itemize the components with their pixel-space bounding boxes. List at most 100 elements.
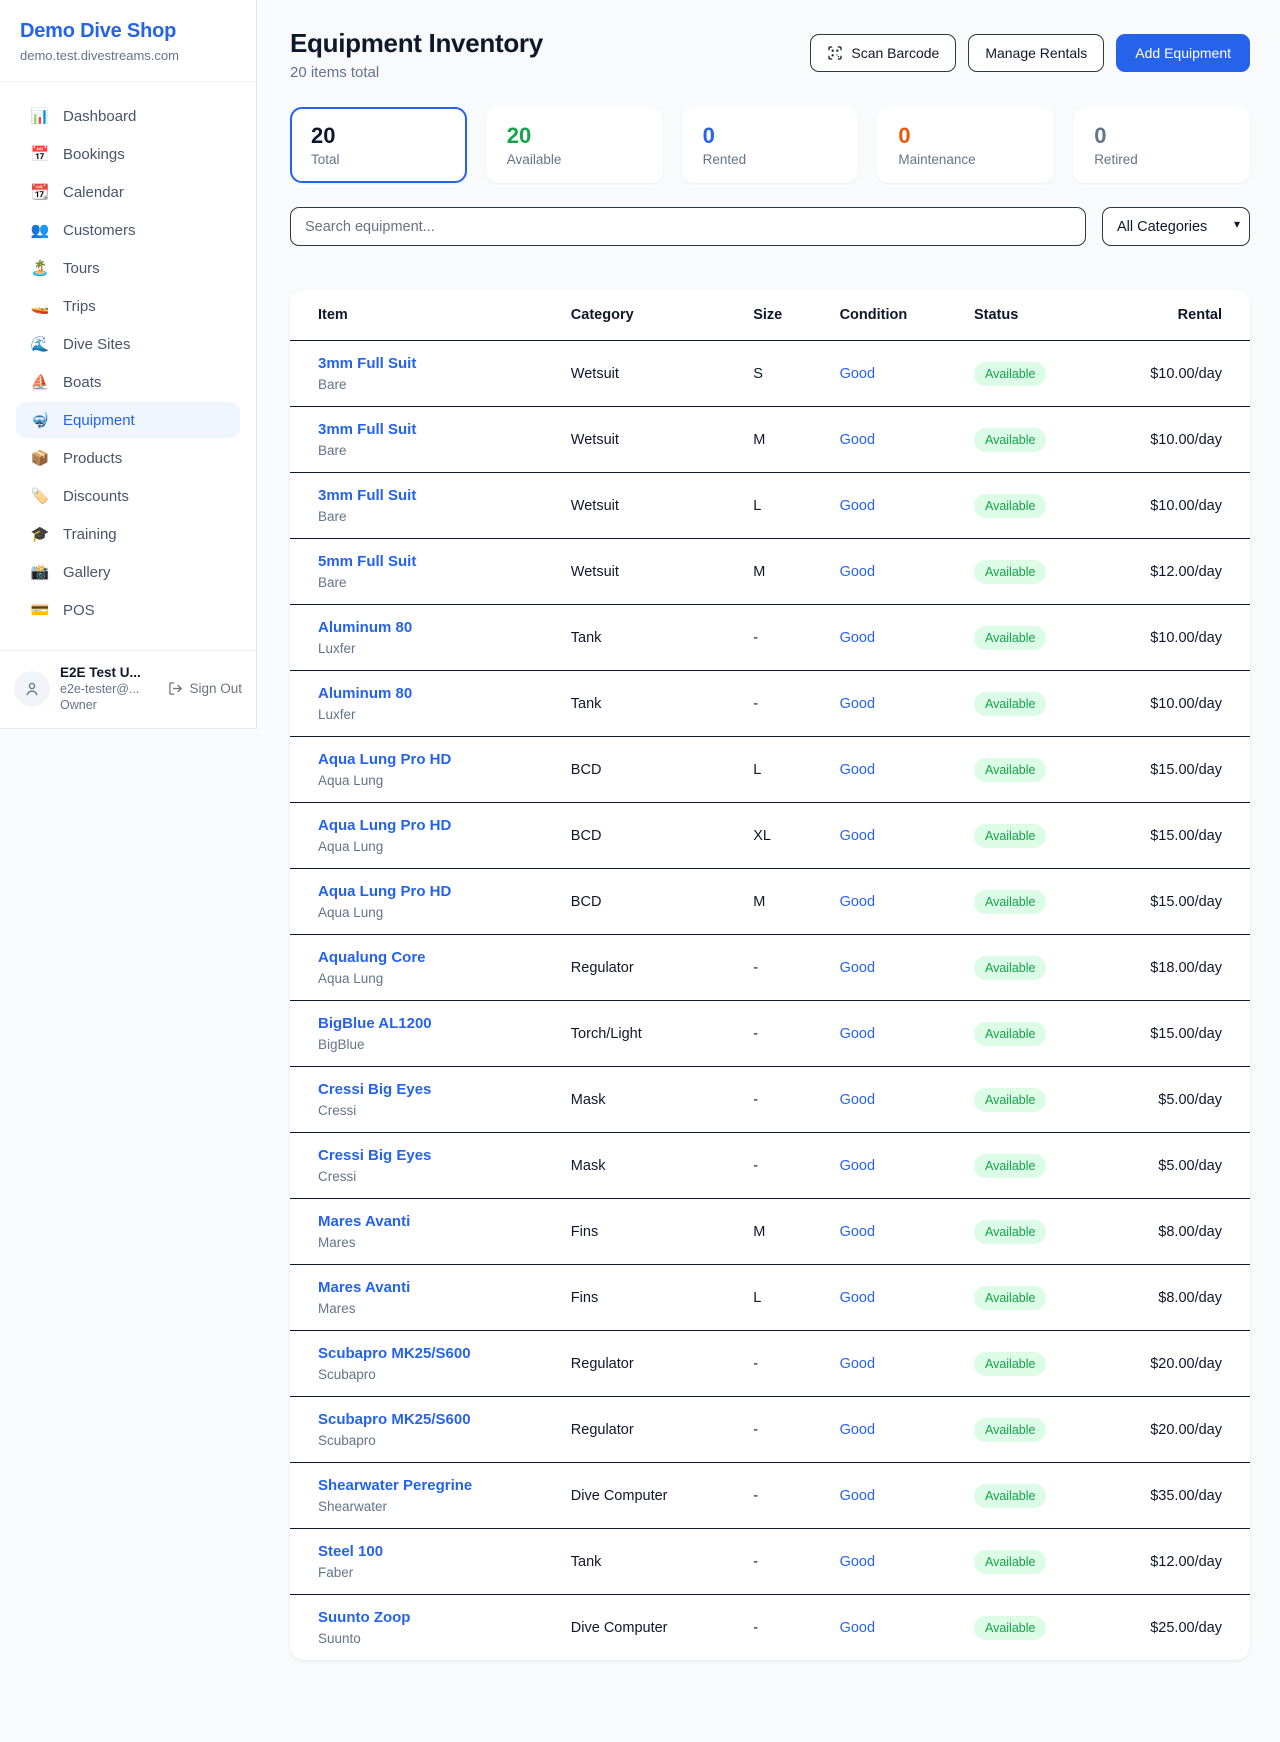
- stat-value: 0: [1094, 123, 1229, 149]
- sidebar-item-dashboard[interactable]: 📊Dashboard: [16, 98, 240, 134]
- item-link[interactable]: Scubapro MK25/S600: [318, 1345, 547, 1362]
- condition-link[interactable]: Good: [840, 1554, 875, 1570]
- filters-row: All Categories ▾: [290, 207, 1250, 246]
- item-size: -: [741, 1595, 827, 1661]
- main-content: Equipment Inventory 20 items total Scan …: [257, 0, 1280, 1694]
- status-badge: Available: [974, 1286, 1047, 1310]
- add-equipment-button[interactable]: Add Equipment: [1116, 34, 1250, 72]
- condition-link[interactable]: Good: [840, 498, 875, 514]
- item-link[interactable]: 5mm Full Suit: [318, 553, 547, 570]
- stat-value: 20: [311, 123, 446, 149]
- item-link[interactable]: Steel 100: [318, 1543, 547, 1560]
- sidebar-item-bookings[interactable]: 📅Bookings: [16, 136, 240, 172]
- condition-link[interactable]: Good: [840, 762, 875, 778]
- condition-link[interactable]: Good: [840, 1488, 875, 1504]
- table-header: ItemCategorySizeConditionStatusRental: [290, 290, 1250, 341]
- condition-link[interactable]: Good: [840, 1026, 875, 1042]
- item-size: XL: [741, 803, 827, 869]
- condition-link[interactable]: Good: [840, 1356, 875, 1372]
- rental-price: $5.00/day: [1116, 1133, 1250, 1199]
- item-size: -: [741, 1001, 827, 1067]
- item-link[interactable]: Aluminum 80: [318, 685, 547, 702]
- sidebar-item-products[interactable]: 📦Products: [16, 440, 240, 476]
- condition-link[interactable]: Good: [840, 630, 875, 646]
- item-brand: Aqua Lung: [318, 905, 547, 920]
- rental-price: $10.00/day: [1116, 473, 1250, 539]
- item-category: Wetsuit: [559, 539, 741, 605]
- stat-card-maintenance[interactable]: 0Maintenance: [877, 107, 1054, 183]
- item-link[interactable]: 3mm Full Suit: [318, 355, 547, 372]
- condition-link[interactable]: Good: [840, 1158, 875, 1174]
- stat-card-available[interactable]: 20Available: [486, 107, 663, 183]
- item-link[interactable]: Aqua Lung Pro HD: [318, 751, 547, 768]
- item-link[interactable]: 3mm Full Suit: [318, 421, 547, 438]
- speedboat-icon: 🚤: [30, 297, 50, 315]
- item-category: Dive Computer: [559, 1463, 741, 1529]
- stat-card-retired[interactable]: 0Retired: [1073, 107, 1250, 183]
- condition-link[interactable]: Good: [840, 894, 875, 910]
- sidebar-item-label: Dashboard: [63, 108, 136, 125]
- item-link[interactable]: Cressi Big Eyes: [318, 1081, 547, 1098]
- item-link[interactable]: Suunto Zoop: [318, 1609, 547, 1626]
- sidebar-item-gallery[interactable]: 📸Gallery: [16, 554, 240, 590]
- sidebar-item-customers[interactable]: 👥Customers: [16, 212, 240, 248]
- table-row: Shearwater PeregrineShearwaterDive Compu…: [290, 1463, 1250, 1529]
- island-icon: 🏝️: [30, 259, 50, 277]
- condition-link[interactable]: Good: [840, 1224, 875, 1240]
- condition-link[interactable]: Good: [840, 564, 875, 580]
- sidebar-item-pos[interactable]: 💳POS: [16, 592, 240, 628]
- condition-link[interactable]: Good: [840, 366, 875, 382]
- sidebar-item-training[interactable]: 🎓Training: [16, 516, 240, 552]
- sidebar-item-calendar[interactable]: 📆Calendar: [16, 174, 240, 210]
- item-link[interactable]: Aqualung Core: [318, 949, 547, 966]
- condition-link[interactable]: Good: [840, 696, 875, 712]
- condition-link[interactable]: Good: [840, 1290, 875, 1306]
- sidebar-item-label: Products: [63, 450, 122, 467]
- item-link[interactable]: Shearwater Peregrine: [318, 1477, 547, 1494]
- scan-barcode-button[interactable]: Scan Barcode: [810, 34, 956, 72]
- condition-link[interactable]: Good: [840, 1620, 875, 1636]
- rental-price: $8.00/day: [1116, 1265, 1250, 1331]
- shop-name[interactable]: Demo Dive Shop: [20, 20, 236, 43]
- rental-price: $18.00/day: [1116, 935, 1250, 1001]
- item-link[interactable]: Scubapro MK25/S600: [318, 1411, 547, 1428]
- sidebar-item-dive-sites[interactable]: 🌊Dive Sites: [16, 326, 240, 362]
- item-link[interactable]: Aluminum 80: [318, 619, 547, 636]
- item-category: BCD: [559, 803, 741, 869]
- condition-link[interactable]: Good: [840, 828, 875, 844]
- item-link[interactable]: Mares Avanti: [318, 1213, 547, 1230]
- sidebar-item-label: Equipment: [63, 412, 135, 429]
- item-link[interactable]: Cressi Big Eyes: [318, 1147, 547, 1164]
- condition-link[interactable]: Good: [840, 1092, 875, 1108]
- stat-card-total[interactable]: 20Total: [290, 107, 467, 183]
- sidebar-item-label: Trips: [63, 298, 96, 315]
- item-link[interactable]: Aqua Lung Pro HD: [318, 817, 547, 834]
- table-row: Aqua Lung Pro HDAqua LungBCDLGoodAvailab…: [290, 737, 1250, 803]
- sidebar-item-trips[interactable]: 🚤 Trips: [16, 288, 240, 324]
- item-link[interactable]: 3mm Full Suit: [318, 487, 547, 504]
- condition-link[interactable]: Good: [840, 432, 875, 448]
- item-category: Wetsuit: [559, 473, 741, 539]
- condition-link[interactable]: Good: [840, 1422, 875, 1438]
- manage-rentals-button[interactable]: Manage Rentals: [968, 34, 1104, 72]
- search-input[interactable]: [290, 207, 1086, 246]
- item-size: -: [741, 605, 827, 671]
- sidebar-item-boats[interactable]: ⛵Boats: [16, 364, 240, 400]
- sidebar-item-equipment[interactable]: 🤿Equipment: [16, 402, 240, 438]
- table-row: 5mm Full SuitBareWetsuitMGoodAvailable$1…: [290, 539, 1250, 605]
- sidebar-item-tours[interactable]: 🏝️Tours: [16, 250, 240, 286]
- category-filter[interactable]: All Categories: [1102, 207, 1250, 246]
- item-link[interactable]: Aqua Lung Pro HD: [318, 883, 547, 900]
- sign-out-button[interactable]: Sign Out: [168, 681, 242, 696]
- item-link[interactable]: Mares Avanti: [318, 1279, 547, 1296]
- condition-link[interactable]: Good: [840, 960, 875, 976]
- column-header-category: Category: [559, 290, 741, 341]
- user-email: e2e-tester@...: [60, 682, 158, 696]
- item-link[interactable]: BigBlue AL1200: [318, 1015, 547, 1032]
- stat-card-rented[interactable]: 0Rented: [682, 107, 859, 183]
- table-row: Aqua Lung Pro HDAqua LungBCDXLGoodAvaila…: [290, 803, 1250, 869]
- rental-price: $20.00/day: [1116, 1331, 1250, 1397]
- sidebar-item-label: Gallery: [63, 564, 111, 581]
- item-size: M: [741, 869, 827, 935]
- sidebar-item-discounts[interactable]: 🏷️Discounts: [16, 478, 240, 514]
